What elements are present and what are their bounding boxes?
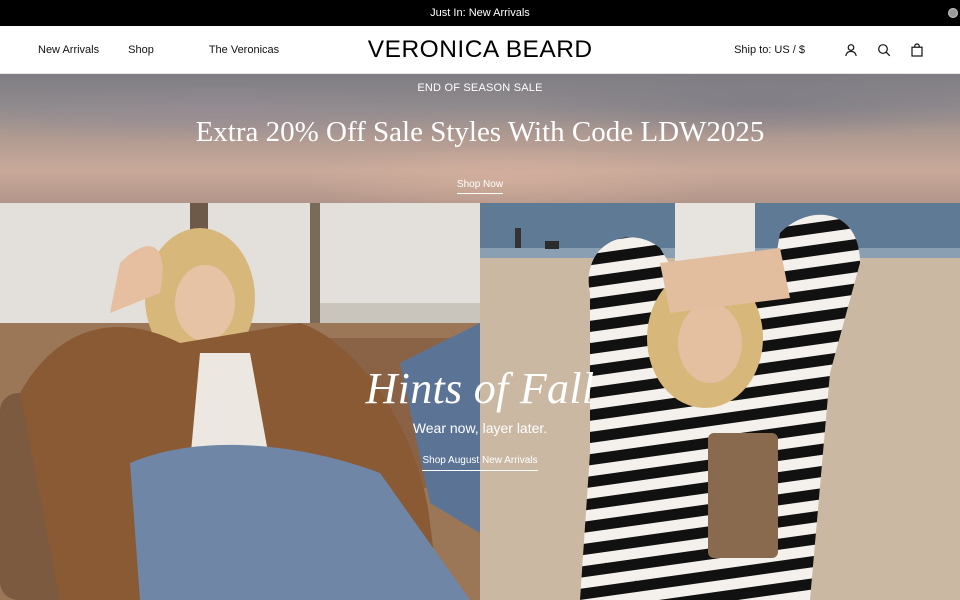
hero-cta-wrap: Shop August New Arrivals (0, 450, 960, 471)
search-icon[interactable] (877, 43, 891, 57)
promo-title: Extra 20% Off Sale Styles With Code LDW2… (195, 116, 765, 148)
hero-copy: Hints of Fall Wear now, layer later. Sho… (0, 363, 960, 471)
shop-august-new-arrivals-link[interactable]: Shop August New Arrivals (422, 455, 538, 471)
main-nav: New Arrivals Shop The Veronicas (38, 26, 279, 74)
promo-eyebrow: END OF SEASON SALE (417, 82, 543, 94)
hero-subtitle: Wear now, layer later. (412, 420, 548, 436)
announcement-bar: Just In: New Arrivals (0, 0, 960, 26)
promo-banner: END OF SEASON SALE Extra 20% Off Sale St… (0, 74, 960, 203)
hero-title: Hints of Fall (365, 364, 595, 413)
nav-new-arrivals[interactable]: New Arrivals (38, 44, 99, 56)
scroll-indicator-icon (948, 8, 958, 18)
nav-shop[interactable]: Shop (128, 44, 154, 56)
hero-section: Hints of Fall Wear now, layer later. Sho… (0, 203, 960, 600)
cart-icon[interactable] (910, 43, 924, 57)
ship-to-selector[interactable]: Ship to: US / $ (734, 44, 805, 56)
site-header: New Arrivals Shop The Veronicas VERONICA… (0, 26, 960, 74)
promo-cta-wrap: Shop Now (0, 174, 960, 194)
shop-now-link[interactable]: Shop Now (456, 179, 504, 194)
header-utilities: Ship to: US / $ (734, 26, 924, 74)
nav-the-veronicas[interactable]: The Veronicas (209, 44, 279, 56)
brand-logo[interactable]: VERONICA BEARD (368, 36, 593, 64)
account-icon[interactable] (844, 43, 858, 57)
announcement-text[interactable]: Just In: New Arrivals (430, 7, 530, 19)
